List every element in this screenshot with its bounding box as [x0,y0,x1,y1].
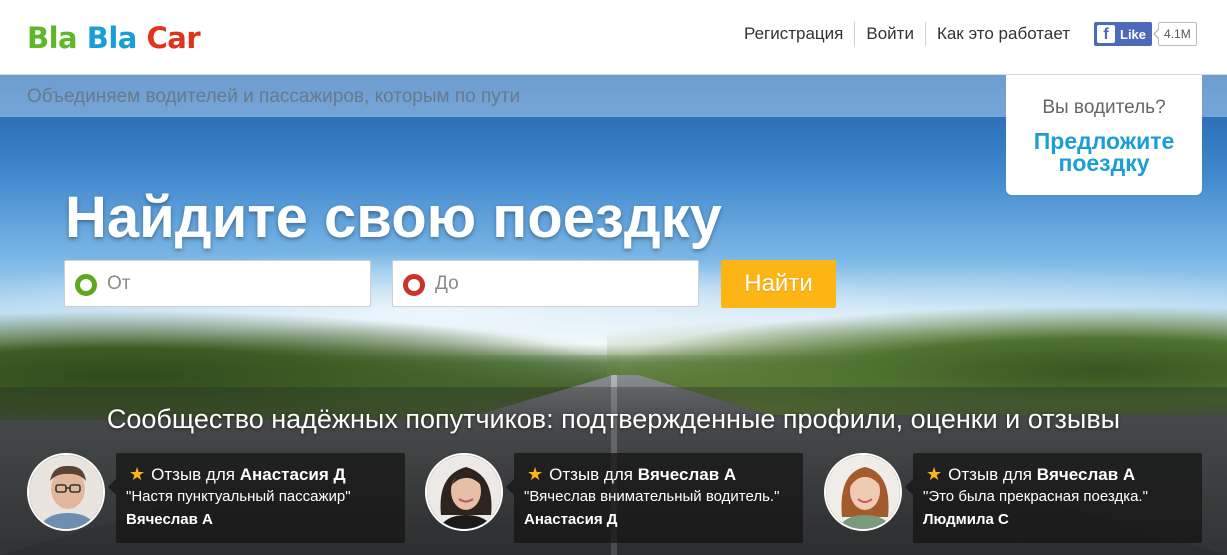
star-icon: ★ [926,464,943,484]
review-author[interactable]: Людмила С [923,511,1009,528]
review-author[interactable]: Вячеслав А [126,511,213,528]
nav-register-link[interactable]: Регистрация [733,22,854,46]
review-quote: ★ Отзыв для Вячеслав А "Вячеслав внимател… [506,453,803,543]
facebook-like-count: 4.1M [1153,22,1197,46]
from-field [64,260,371,307]
blablacar-logo[interactable]: Bla Bla Car [27,19,201,57]
to-field [392,260,699,307]
star-icon: ★ [129,464,146,484]
review-card: ★ Отзыв для Вячеслав А "Вячеслав внимател… [425,453,805,543]
review-card: ★ Отзыв для Вячеслав А "Это была прекрасн… [824,453,1204,543]
main-nav: Регистрация Войти Как это работает [733,22,1081,46]
community-title: Сообщество надёжных попутчиков: подтверж… [106,404,1121,434]
review-text: "Это была прекрасная поездка." [923,488,1148,505]
tagline: Объединяем водителей и пассажиров, котор… [27,86,521,107]
review-text: "Вячеслав внимательный водитель." [524,488,780,505]
review-quote: ★ Отзыв для Вячеслав А "Это была прекрасн… [905,453,1202,543]
to-input[interactable] [435,261,690,306]
star-icon: ★ [527,464,544,484]
site-header: Bla Bla Car Регистрация Войти Как это ра… [0,0,1227,75]
search-button[interactable]: Найти [721,260,836,308]
hero-section: Объединяем водителей и пассажиров, котор… [0,75,1227,555]
destination-marker-icon [403,274,425,296]
review-text: "Настя пунктуальный пассажир" [126,488,351,505]
avatar[interactable] [824,453,902,531]
nav-how-it-works-link[interactable]: Как это работает [924,22,1081,46]
facebook-like-widget: f Like 4.1M [1094,22,1197,46]
offer-ride-link[interactable]: Предложите поездку [1006,130,1202,175]
community-section: Сообщество надёжных попутчиков: подтверж… [0,387,1227,555]
nav-login-link[interactable]: Войти [854,22,925,46]
review-recipient[interactable]: Анастасия Д [240,465,346,484]
facebook-icon: f [1097,25,1115,43]
review-recipient[interactable]: Вячеслав А [1037,465,1135,484]
origin-marker-icon [75,274,97,296]
facebook-like-button[interactable]: f Like [1094,22,1153,46]
driver-question: Вы водитель? [1042,97,1166,118]
facebook-like-label: Like [1120,26,1147,42]
page-title: Найдите свою поездку [65,185,722,250]
avatar[interactable] [27,453,105,531]
review-quote: ★ Отзыв для Анастасия Д "Настя пунктуальн… [108,453,405,543]
review-author[interactable]: Анастасия Д [524,511,617,528]
review-recipient[interactable]: Вячеслав А [638,465,736,484]
review-card: ★ Отзыв для Анастасия Д "Настя пунктуальн… [27,453,407,543]
from-input[interactable] [107,261,362,306]
driver-offer-box: Вы водитель? Предложите поездку [1006,75,1202,195]
avatar[interactable] [425,453,503,531]
